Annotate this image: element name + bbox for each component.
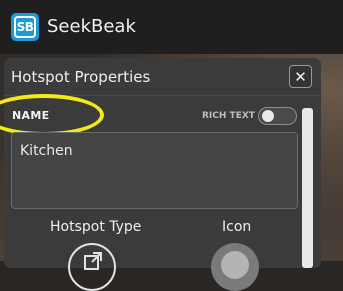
external-link-icon [84, 252, 102, 270]
icon-picker-button[interactable] [211, 243, 259, 291]
rich-text-label: RICH TEXT [202, 111, 255, 121]
panel-title: Hotspot Properties [11, 68, 151, 86]
hotspot-type-button[interactable] [68, 243, 116, 291]
name-textarea[interactable]: Kitchen [11, 132, 298, 209]
logo-mark: SB [14, 16, 36, 38]
round-marker-icon [221, 251, 249, 279]
app-title: SeekBeak [47, 16, 136, 37]
icon-label: Icon [222, 219, 252, 235]
app-header: SB SeekBeak [0, 0, 343, 54]
seekbeak-logo[interactable]: SB [11, 13, 39, 41]
hotspot-type-label: Hotspot Type [50, 219, 142, 235]
toggle-knob [262, 110, 274, 122]
rich-text-toggle[interactable] [258, 107, 297, 125]
close-icon: ✕ [294, 67, 307, 86]
panel-scrollbar[interactable] [302, 108, 313, 268]
close-button[interactable]: ✕ [289, 65, 312, 88]
